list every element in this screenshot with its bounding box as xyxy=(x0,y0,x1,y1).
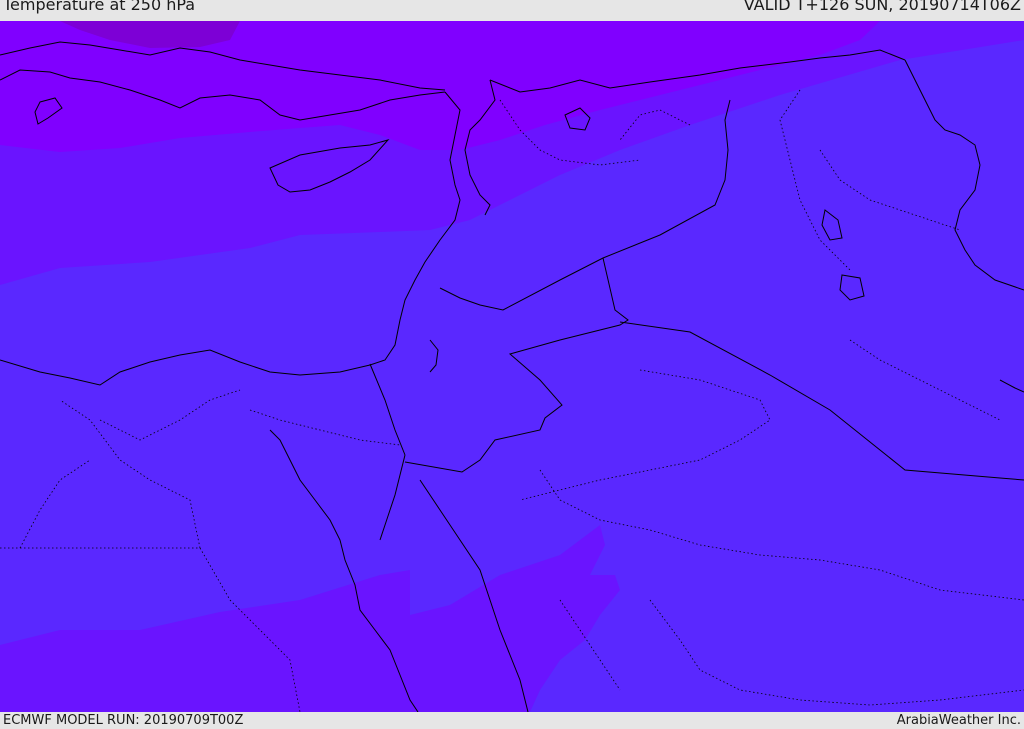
map-footer: ECMWF MODEL RUN: 20190709T00Z ArabiaWeat… xyxy=(0,712,1024,729)
map-area xyxy=(0,21,1024,712)
map-title: Temperature at 250 hPa xyxy=(3,0,196,14)
credit-label: ArabiaWeather Inc. xyxy=(896,713,1021,728)
map-header: Temperature at 250 hPa VALID T+126 SUN, … xyxy=(0,0,1024,21)
valid-time: VALID T+126 SUN, 20190714T06Z xyxy=(743,0,1021,14)
model-run-label: ECMWF MODEL RUN: 20190709T00Z xyxy=(3,713,244,728)
temperature-map xyxy=(0,21,1024,712)
